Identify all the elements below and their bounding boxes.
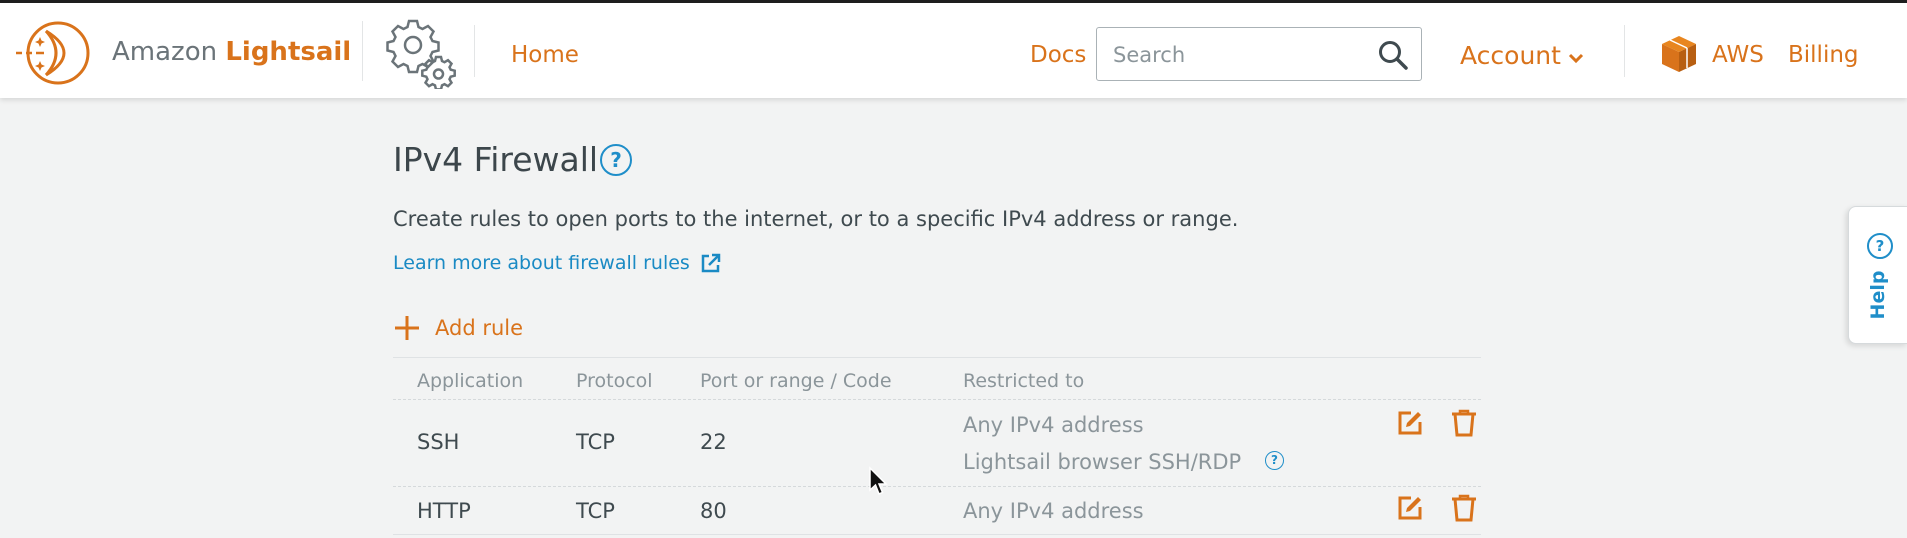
nav-aws-link[interactable]: AWS — [1712, 42, 1764, 68]
rule-application: HTTP — [417, 499, 471, 523]
firewall-description: Create rules to open ports to the intern… — [393, 207, 1239, 231]
nav-docs-link[interactable]: Docs — [1030, 42, 1086, 68]
rule-protocol: TCP — [576, 430, 615, 454]
settings-gears-icon[interactable] — [382, 15, 458, 89]
search-box[interactable] — [1096, 27, 1422, 81]
page-title: IPv4 Firewall — [393, 140, 599, 179]
rule-port: 22 — [700, 430, 727, 454]
column-header-restricted: Restricted to — [963, 370, 1085, 392]
navbar-divider — [362, 21, 363, 81]
external-link-icon[interactable] — [700, 253, 721, 274]
rule-protocol: TCP — [576, 499, 615, 523]
column-header-protocol: Protocol — [576, 370, 653, 392]
brand-name-part1: Amazon — [112, 37, 226, 67]
help-icon: ? — [1867, 233, 1893, 259]
trash-icon[interactable] — [1450, 494, 1478, 522]
rule-restricted: Any IPv4 address — [963, 499, 1144, 523]
row-divider — [393, 486, 1481, 487]
help-tab[interactable]: ? Help — [1848, 206, 1907, 344]
top-navbar: Amazon Lightsail Home Docs Account AWS B… — [0, 3, 1907, 98]
column-header-application: Application — [417, 370, 524, 392]
navbar-divider — [474, 25, 475, 77]
brand-name[interactable]: Amazon Lightsail — [112, 37, 351, 67]
edit-icon[interactable] — [1396, 409, 1424, 437]
account-menu[interactable]: Account — [1460, 41, 1561, 70]
nav-home-link[interactable]: Home — [511, 42, 579, 68]
plus-icon[interactable] — [393, 314, 421, 342]
rule-restricted-note: Lightsail browser SSH/RDP — [963, 450, 1242, 474]
help-icon[interactable]: ? — [1265, 451, 1284, 470]
chevron-down-icon[interactable] — [1568, 53, 1584, 64]
column-header-port: Port or range / Code — [700, 370, 892, 392]
aws-cube-icon[interactable] — [1660, 34, 1698, 74]
search-input[interactable] — [1111, 40, 1365, 70]
navbar-divider — [1624, 25, 1625, 77]
row-divider — [393, 534, 1481, 535]
learn-more-link[interactable]: Learn more about firewall rules — [393, 252, 690, 274]
add-rule-button[interactable]: Add rule — [435, 316, 523, 340]
header-divider — [393, 399, 1481, 400]
rule-port: 80 — [700, 499, 727, 523]
mouse-cursor-icon — [869, 466, 888, 495]
help-tab-label-wrap: Help — [1858, 263, 1898, 327]
trash-icon[interactable] — [1450, 409, 1478, 437]
edit-icon[interactable] — [1396, 494, 1424, 522]
lightsail-logo-icon[interactable] — [16, 17, 98, 89]
rule-application: SSH — [417, 430, 460, 454]
help-tab-label: Help — [1867, 270, 1889, 320]
brand-name-part2: Lightsail — [225, 37, 352, 67]
nav-billing-link[interactable]: Billing — [1788, 42, 1859, 68]
search-icon[interactable] — [1377, 39, 1409, 71]
table-top-border — [393, 357, 1481, 358]
rule-restricted: Any IPv4 address — [963, 413, 1144, 437]
help-icon[interactable]: ? — [600, 144, 632, 176]
